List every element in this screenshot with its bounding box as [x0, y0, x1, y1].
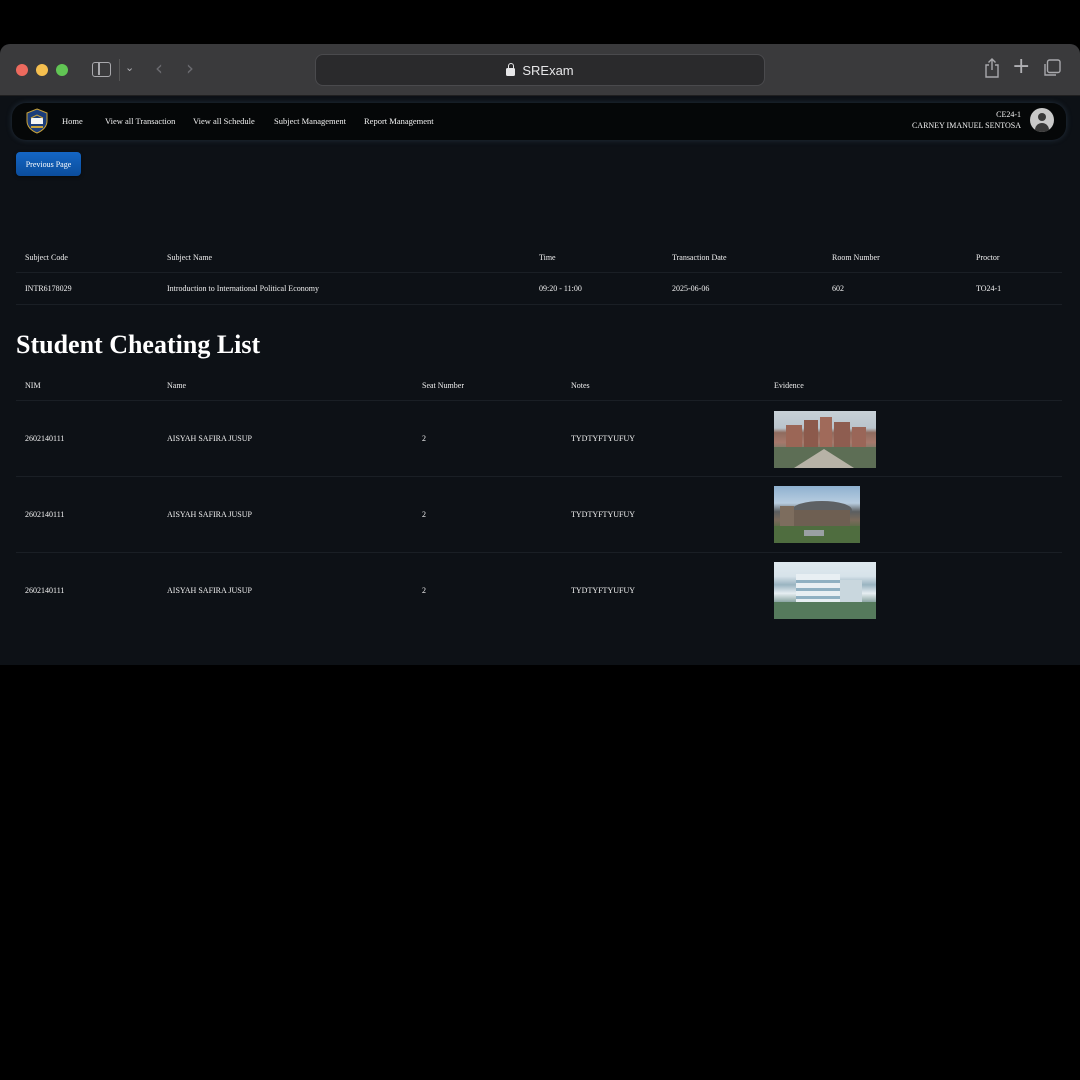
notes-value: TYDTYFTYUFUY — [571, 510, 635, 519]
seat-number-value: 2 — [422, 586, 426, 595]
page-content: Home View all Transaction View all Sched… — [0, 96, 1080, 665]
user-name: CARNEY IMANUEL SENTOSA — [911, 121, 1021, 130]
evidence-image[interactable] — [774, 486, 860, 543]
time-value: 09:20 - 11:00 — [539, 284, 582, 293]
proctor-value: TO24-1 — [976, 284, 1002, 293]
close-window-button[interactable] — [16, 64, 28, 76]
room-number-value: 602 — [832, 284, 844, 293]
campus-building-photo — [774, 574, 876, 619]
student-name-value: AISYAH SAFIRA JUSUP — [167, 434, 252, 443]
subject-code-value: INTR6178029 — [25, 284, 72, 293]
nim-value: 2602140111 — [25, 586, 65, 595]
seat-number-value: 2 — [422, 510, 426, 519]
notes-value: TYDTYFTYUFUY — [571, 586, 635, 595]
table-header-nim: NIM — [25, 381, 41, 390]
user-code: CE24-1 — [996, 110, 1021, 119]
campus-building-photo — [774, 501, 860, 543]
evidence-image[interactable] — [774, 562, 876, 619]
address-bar-text: SRExam — [522, 62, 574, 78]
evidence-image[interactable] — [774, 411, 876, 468]
nav-home[interactable]: Home — [62, 116, 83, 126]
subject-name-value: Introduction to International Political … — [167, 284, 319, 293]
zoom-window-button[interactable] — [56, 64, 68, 76]
table-header-evidence: Evidence — [774, 381, 804, 390]
previous-page-button[interactable]: Previous Page — [16, 152, 81, 176]
table-header-seat-number: Seat Number — [422, 381, 464, 390]
table-header-transaction-date: Transaction Date — [672, 253, 727, 262]
browser-titlebar: ⌄ ‹ › SRExam + — [0, 44, 1080, 96]
nav-view-all-schedule[interactable]: View all Schedule — [193, 116, 255, 126]
back-arrow-icon[interactable]: ‹ — [155, 56, 163, 80]
transaction-date-value: 2025-06-06 — [672, 284, 710, 293]
seat-number-value: 2 — [422, 434, 426, 443]
university-logo-icon[interactable] — [26, 108, 48, 134]
table-divider — [16, 272, 1062, 273]
table-header-time: Time — [539, 253, 556, 262]
new-tab-icon[interactable]: + — [1012, 54, 1030, 79]
page-title: Student Cheating List — [16, 330, 261, 359]
nav-subject-management[interactable]: Subject Management — [274, 116, 346, 126]
table-header-proctor: Proctor — [976, 253, 1000, 262]
chevron-down-icon[interactable]: ⌄ — [125, 61, 134, 74]
student-name-value: AISYAH SAFIRA JUSUP — [167, 586, 252, 595]
minimize-window-button[interactable] — [36, 64, 48, 76]
table-divider — [16, 476, 1062, 477]
student-name-value: AISYAH SAFIRA JUSUP — [167, 510, 252, 519]
table-header-notes: Notes — [571, 381, 590, 390]
nav-view-all-transaction[interactable]: View all Transaction — [105, 116, 175, 126]
table-divider — [16, 304, 1062, 305]
table-divider — [16, 400, 1062, 401]
nav-report-management[interactable]: Report Management — [364, 116, 434, 126]
notes-value: TYDTYFTYUFUY — [571, 434, 635, 443]
address-bar[interactable]: SRExam — [315, 54, 765, 86]
lock-icon — [506, 63, 516, 76]
nim-value: 2602140111 — [25, 510, 65, 519]
table-header-subject-name: Subject Name — [167, 253, 213, 262]
table-header-name: Name — [167, 381, 187, 390]
avatar[interactable] — [1030, 108, 1054, 132]
toolbar-divider — [119, 59, 120, 81]
nim-value: 2602140111 — [25, 434, 65, 443]
campus-building-photo — [774, 417, 876, 468]
browser-window: ⌄ ‹ › SRExam + Home View all Transaction — [0, 44, 1080, 665]
table-divider — [16, 552, 1062, 553]
tab-overview-icon[interactable] — [1043, 59, 1061, 77]
share-icon[interactable] — [984, 58, 1000, 78]
table-header-room-number: Room Number — [832, 253, 880, 262]
top-navbar: Home View all Transaction View all Sched… — [12, 103, 1066, 140]
table-header-subject-code: Subject Code — [25, 253, 68, 262]
forward-arrow-icon[interactable]: › — [186, 56, 194, 80]
sidebar-toggle-icon[interactable] — [92, 62, 111, 77]
